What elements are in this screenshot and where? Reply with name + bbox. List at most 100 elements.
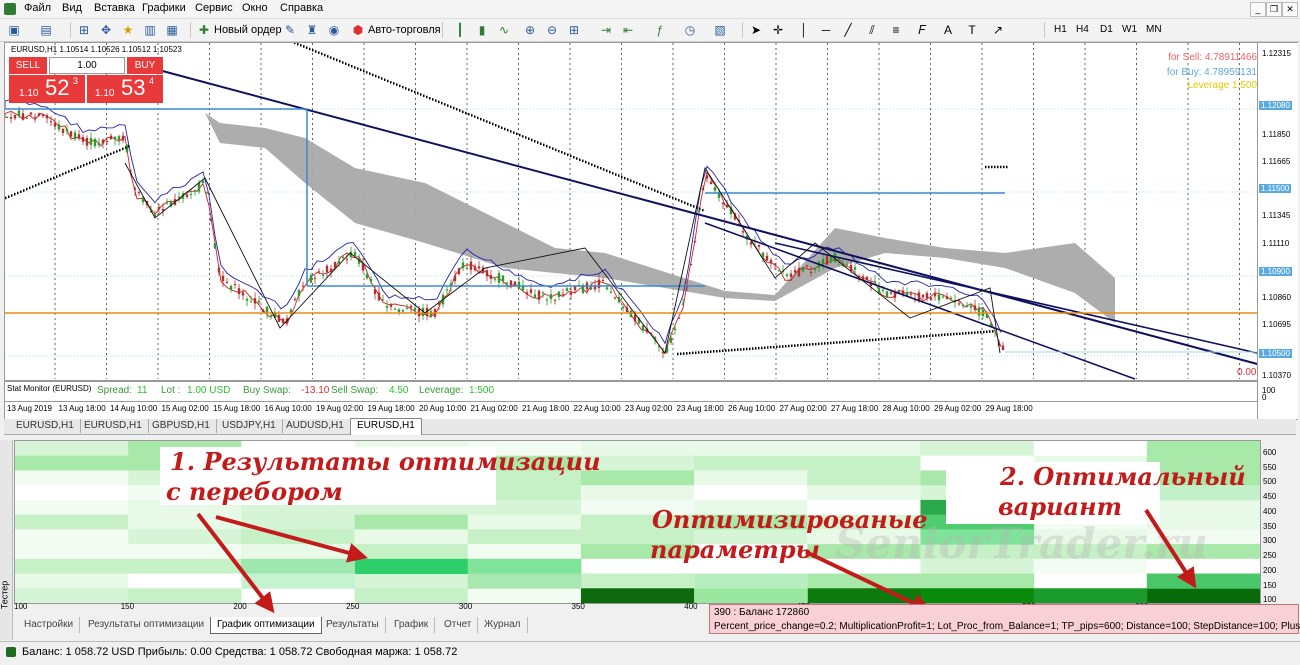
chart-tab[interactable]: EURUSD,H1 bbox=[78, 419, 149, 433]
candle-body bbox=[517, 281, 521, 289]
menu-file[interactable]: Файл bbox=[24, 2, 51, 14]
candle-body bbox=[713, 187, 717, 191]
chart-tab[interactable]: EURUSD,H1 bbox=[350, 418, 422, 435]
periods-icon[interactable]: ◷ bbox=[682, 22, 698, 38]
candle-chart-icon[interactable]: ▮ bbox=[474, 22, 490, 38]
profiles-icon[interactable]: ▤ bbox=[38, 22, 54, 38]
tester-tab[interactable]: Отчет bbox=[438, 617, 479, 633]
arrow-icon[interactable]: ↗ bbox=[990, 22, 1006, 38]
opt-y-label: 200 bbox=[1263, 565, 1277, 575]
menu-service[interactable]: Сервис bbox=[195, 2, 233, 14]
auto-trading-button[interactable]: Авто-торговля bbox=[368, 22, 441, 38]
timeframe-h4[interactable]: H4 bbox=[1076, 23, 1089, 37]
candle-body bbox=[621, 306, 625, 309]
candle-body bbox=[93, 139, 97, 147]
timeframe-h1[interactable]: H1 bbox=[1054, 23, 1067, 37]
crosshair-icon[interactable]: ✛ bbox=[770, 22, 786, 38]
fibo-icon[interactable]: 𝐹 bbox=[914, 22, 930, 38]
candle-body bbox=[789, 273, 793, 277]
terminal-icon[interactable]: ▥ bbox=[142, 22, 158, 38]
candle-body bbox=[89, 138, 93, 145]
new-order-button[interactable]: Новый ордер bbox=[214, 22, 282, 38]
candle-body bbox=[277, 315, 281, 323]
trendline-icon[interactable]: ╱ bbox=[840, 22, 856, 38]
candle-body bbox=[881, 289, 885, 291]
heatmap-cell bbox=[467, 588, 582, 603]
annotation-optimal-variant: 2. Оптимальный bbox=[1000, 462, 1246, 491]
label-icon[interactable]: T bbox=[964, 22, 980, 38]
candle-body bbox=[45, 115, 49, 119]
menu-view[interactable]: Вид bbox=[62, 2, 82, 14]
candle-body bbox=[565, 288, 569, 292]
candle-body bbox=[345, 259, 349, 261]
candle-body bbox=[365, 274, 369, 279]
indicators-icon[interactable]: ƒ bbox=[652, 22, 668, 38]
chart-tab[interactable]: EURUSD,H1 bbox=[10, 419, 81, 433]
tester-tab[interactable]: График bbox=[388, 617, 436, 633]
menu-insert[interactable]: Вставка bbox=[94, 2, 135, 14]
menu-charts[interactable]: Графики bbox=[142, 2, 186, 14]
candle-body bbox=[977, 307, 981, 316]
tester-tab[interactable]: Результаты оптимизации bbox=[82, 617, 212, 633]
heatmap-cell-highlight bbox=[694, 588, 808, 603]
candle-body bbox=[533, 294, 537, 299]
candle-body bbox=[309, 275, 313, 283]
gann-icon[interactable]: ≡ bbox=[888, 22, 904, 38]
tester-tab[interactable]: Результаты bbox=[320, 617, 386, 633]
autoscroll-icon[interactable]: ⇥ bbox=[598, 22, 614, 38]
heatmap-cell-highlight bbox=[354, 558, 469, 575]
sell-price[interactable]: 1.10 52 3 bbox=[9, 75, 85, 103]
line-chart-icon[interactable]: ∿ bbox=[496, 22, 512, 38]
data-window-icon[interactable]: ✥ bbox=[98, 22, 114, 38]
tester-tab[interactable]: Настройки bbox=[18, 617, 81, 633]
horizontal-line-icon[interactable]: ─ bbox=[818, 22, 834, 38]
menu-help[interactable]: Справка bbox=[280, 2, 323, 14]
tester-tab[interactable]: График оптимизации bbox=[210, 617, 322, 634]
candle-body bbox=[813, 267, 817, 271]
vertical-line-icon[interactable]: │ bbox=[796, 22, 812, 38]
opt-y-label: 550 bbox=[1263, 462, 1277, 472]
metaeditor-icon[interactable]: ✎ bbox=[282, 22, 298, 38]
templates-icon[interactable]: ▧ bbox=[712, 22, 728, 38]
chart-tab[interactable]: USDJPY,H1 bbox=[216, 419, 283, 433]
zoom-in-icon[interactable]: ⊕ bbox=[522, 22, 538, 38]
close-button[interactable]: ✕ bbox=[1282, 2, 1298, 17]
menu-window[interactable]: Окно bbox=[242, 2, 268, 14]
cursor-icon[interactable]: ➤ bbox=[748, 22, 764, 38]
annotation-optimization-results-2: с перебором bbox=[166, 477, 343, 506]
buy-button[interactable]: BUY bbox=[127, 57, 163, 74]
candle-body bbox=[325, 265, 329, 273]
heatmap-cell bbox=[241, 514, 356, 530]
opt-x-label: 200 bbox=[233, 602, 247, 611]
timeframe-w1[interactable]: W1 bbox=[1122, 23, 1137, 37]
heatmap-cell bbox=[1033, 441, 1148, 457]
new-chart-icon[interactable]: ▣ bbox=[6, 22, 22, 38]
price-chart[interactable]: EURUSD,H1 1.10514 1.10526 1.10512 1.1052… bbox=[4, 42, 1298, 420]
navigator-icon[interactable]: ★ bbox=[120, 22, 136, 38]
candle-body bbox=[773, 263, 777, 265]
tile-windows-icon[interactable]: ⊞ bbox=[566, 22, 582, 38]
time-label: 21 Aug 18:00 bbox=[522, 404, 570, 413]
tester-tab[interactable]: Журнал bbox=[478, 617, 528, 633]
minimize-button[interactable]: _ bbox=[1250, 2, 1266, 17]
timeframe-mn[interactable]: MN bbox=[1146, 23, 1162, 37]
tester-icon[interactable]: ▦ bbox=[164, 22, 180, 38]
market-icon[interactable]: ◉ bbox=[326, 22, 342, 38]
chart-shift-icon[interactable]: ⇤ bbox=[620, 22, 636, 38]
market-watch-icon[interactable]: ⊞ bbox=[76, 22, 92, 38]
candle-body bbox=[49, 121, 53, 123]
candle-body bbox=[525, 292, 529, 295]
opt-y-axis: 600 550 500 450 400 350 300 250 200 150 100 bbox=[1259, 440, 1299, 604]
channel-icon[interactable]: ⫽ bbox=[864, 22, 880, 38]
bar-chart-icon[interactable]: ┃ bbox=[452, 22, 468, 38]
restore-button[interactable]: ❐ bbox=[1266, 2, 1282, 17]
signals-icon[interactable]: ♜ bbox=[304, 22, 320, 38]
buy-price[interactable]: 1.10 53 4 bbox=[87, 75, 163, 103]
text-icon[interactable]: A bbox=[940, 22, 956, 38]
zoom-out-icon[interactable]: ⊖ bbox=[544, 22, 560, 38]
chart-tab[interactable]: GBPUSD,H1 bbox=[146, 419, 217, 433]
timeframe-d1[interactable]: D1 bbox=[1100, 23, 1113, 37]
chart-tab[interactable]: AUDUSD,H1 bbox=[280, 419, 351, 433]
lot-input[interactable]: 1.00 bbox=[49, 57, 125, 74]
sell-button[interactable]: SELL bbox=[9, 57, 47, 74]
